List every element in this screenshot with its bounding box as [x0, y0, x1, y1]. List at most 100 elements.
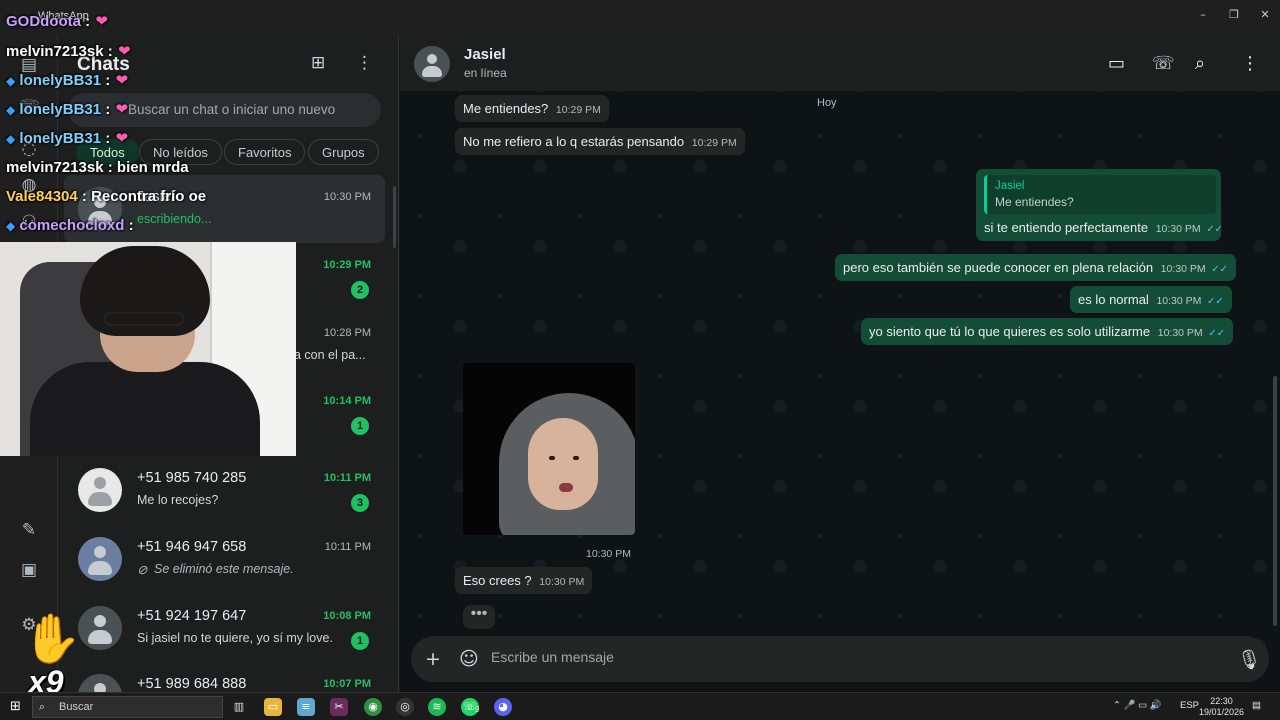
contact-avatar[interactable]: [414, 46, 450, 82]
notepad-icon[interactable]: ≡: [297, 698, 315, 716]
notification-icon[interactable]: ▤: [1252, 700, 1261, 711]
taskbar-search-label: Buscar: [59, 701, 94, 713]
hand-emote-icon: ✋: [22, 611, 82, 667]
message-text: es lo normal: [1078, 292, 1149, 307]
video-call-icon[interactable]: ▭: [1108, 53, 1125, 74]
search-icon[interactable]: ⌕: [1195, 53, 1205, 74]
windows-start-icon[interactable]: ⊞: [10, 699, 21, 714]
typing-indicator: •••: [463, 605, 495, 629]
filter-todos[interactable]: Todos: [76, 139, 139, 165]
avatar: [78, 468, 122, 512]
message-time: 10:30 PM: [1160, 263, 1206, 275]
close-button[interactable]: ✕: [1254, 6, 1276, 24]
read-ticks-icon: ✓✓: [1206, 224, 1224, 235]
sticker-emoji-icon[interactable]: ☺: [459, 648, 479, 670]
windows-taskbar: ⊞ ⌕ Buscar ▥ ▭ ≡ ✂ ◉ ◎ ≋ ☏ 9 ◕ ⌃ 🎤 ▭ 🔊 E…: [0, 692, 1280, 720]
chat-row-preview: Si jasiel no te quiere, yo sí my love.: [137, 631, 333, 645]
message-input[interactable]: Escribe un mensaje: [491, 649, 614, 665]
chat-row[interactable]: +51 946 947 658 ⊘ Se eliminó este mensaj…: [58, 525, 385, 593]
message-bubble-in[interactable]: No me refiero a lo q estarás pensando 10…: [455, 128, 745, 155]
message-bubble-out[interactable]: Jasiel Me entiendes? si te entiendo perf…: [976, 169, 1224, 241]
message-text: Eso crees ?: [463, 573, 532, 588]
quoted-message[interactable]: Jasiel Me entiendes?: [984, 175, 1216, 214]
chat-row[interactable]: +51 989 684 888 10:07 PM: [58, 662, 385, 692]
menu-dots-icon[interactable]: ⋮: [1241, 53, 1259, 74]
chat-row-name: +51 985 740 285: [137, 470, 247, 486]
search-icon: ⌕: [82, 101, 90, 117]
file-explorer-icon[interactable]: ▭: [264, 698, 282, 716]
chat-row-time: 10:28 PM: [323, 327, 371, 339]
chat-row-name: +51 989 684 888: [137, 676, 247, 692]
obs-icon[interactable]: ◎: [396, 698, 414, 716]
voice-call-icon[interactable]: ☏: [1152, 53, 1175, 74]
calls-icon[interactable]: ☏: [18, 96, 40, 118]
channels-icon[interactable]: ◍: [18, 174, 40, 196]
message-time: 10:29 PM: [555, 104, 601, 116]
chrome-icon[interactable]: ◉: [364, 698, 382, 716]
unread-badge: 1: [351, 417, 369, 435]
message-bubble-in[interactable]: Eso crees ? 10:30 PM: [455, 567, 593, 594]
conversation-header[interactable]: Jasiel en línea ▭ ☏ ⌕ ⋮: [400, 36, 1280, 91]
message-bubble-out[interactable]: yo siento que tú lo que quieres es solo …: [861, 318, 1234, 345]
avatar: [78, 674, 122, 692]
chat-row[interactable]: +51 985 740 285 Me lo recojes? 10:11 PM …: [58, 456, 385, 524]
capcut-icon[interactable]: ✂: [330, 698, 348, 716]
chat-row-jasiel[interactable]: Jasiel escribiendo... 10:30 PM: [64, 175, 385, 243]
chat-row-name: +51 924 197 647: [137, 608, 247, 624]
contact-name: Jasiel: [464, 46, 506, 63]
window-titlebar: WhatsApp – ❐ ✕: [0, 0, 1280, 36]
message-bubble-in[interactable]: Me entiendes? 10:29 PM: [455, 95, 609, 122]
search-placeholder: Buscar un chat o iniciar uno nuevo: [128, 102, 336, 117]
chat-row-name: Jasiel: [137, 189, 175, 205]
filter-no-leidos[interactable]: No leídos: [139, 139, 222, 165]
status-icon[interactable]: ◌: [18, 138, 40, 160]
avatar: [78, 606, 122, 650]
chat-list-scrollbar[interactable]: [393, 186, 396, 248]
chat-row-preview: Me lo recojes?: [137, 493, 219, 507]
tray-language[interactable]: ESP: [1180, 700, 1199, 711]
communities-icon[interactable]: ⚇: [18, 211, 40, 233]
chat-list-title: Chats: [77, 54, 130, 75]
chat-row-time: 10:11 PM: [323, 472, 371, 484]
clock-date: 19/01/2026: [1198, 707, 1244, 717]
message-bubble-out[interactable]: pero eso también se puede conocer en ple…: [835, 254, 1237, 281]
unread-badge: 1: [351, 632, 369, 650]
image-message[interactable]: [463, 363, 635, 535]
new-chat-icon[interactable]: ⊞: [311, 53, 325, 73]
microphone-icon[interactable]: 🎙: [1237, 648, 1261, 671]
menu-dots-icon[interactable]: ⋮: [356, 53, 373, 73]
filter-favoritos[interactable]: Favoritos: [224, 139, 306, 165]
search-input[interactable]: ⌕ Buscar un chat o iniciar uno nuevo: [68, 93, 381, 127]
message-text: si te entiendo perfectamente: [984, 220, 1149, 235]
avatar: [78, 537, 122, 581]
chat-row-time: 10:14 PM: [323, 395, 371, 407]
task-view-icon[interactable]: ▥: [230, 698, 248, 716]
maximize-button[interactable]: ❐: [1223, 6, 1245, 24]
minimize-button[interactable]: –: [1192, 6, 1214, 24]
attach-plus-icon[interactable]: +: [425, 648, 441, 670]
search-icon: ⌕: [39, 700, 46, 713]
message-time: 10:30 PM: [1155, 223, 1201, 235]
unread-badge: 2: [351, 281, 369, 299]
conversation-scrollbar[interactable]: [1273, 376, 1277, 626]
media-gallery-icon[interactable]: ▣: [18, 559, 40, 581]
starred-messages-icon[interactable]: ✎: [18, 519, 40, 541]
day-separator: Hoy: [817, 97, 837, 109]
taskbar-clock[interactable]: 22:30 19/01/2026: [1199, 696, 1244, 718]
message-time: 10:30 PM: [1156, 295, 1202, 307]
message-time: 10:30 PM: [586, 548, 631, 560]
chats-icon[interactable]: ▤: [18, 54, 40, 76]
read-ticks-icon: ✓✓: [1211, 264, 1229, 275]
taskbar-search[interactable]: ⌕ Buscar: [32, 696, 223, 718]
message-bubble-out[interactable]: es lo normal 10:30 PM ✓✓: [1070, 286, 1232, 313]
read-ticks-icon: ✓✓: [1208, 328, 1226, 339]
spotify-icon[interactable]: ≋: [428, 698, 446, 716]
chat-row-preview: escribiendo...: [137, 212, 212, 226]
chat-row[interactable]: +51 924 197 647 Si jasiel no te quiere, …: [58, 594, 385, 662]
read-ticks-icon: ✓✓: [1207, 296, 1224, 307]
discord-icon[interactable]: ◕: [494, 698, 512, 716]
filter-grupos[interactable]: Grupos: [308, 139, 379, 165]
message-text: yo siento que tú lo que quieres es solo …: [869, 324, 1151, 339]
unread-badge: 3: [351, 494, 369, 512]
tray-icons[interactable]: ⌃ 🎤 ▭ 🔊: [1113, 700, 1162, 711]
